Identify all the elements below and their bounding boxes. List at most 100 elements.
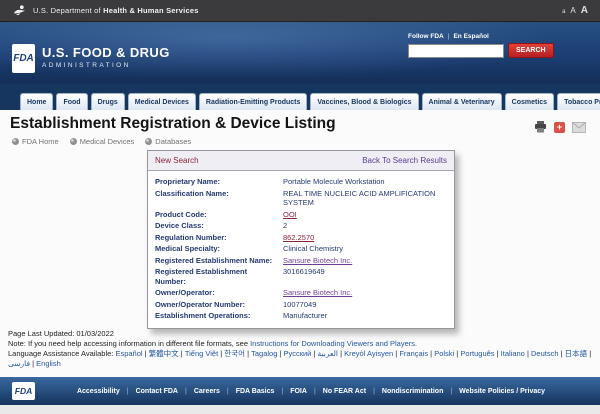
breadcrumb: FDA Home Medical Devices Databases: [12, 137, 191, 146]
footer-link[interactable]: FOIA: [290, 388, 323, 395]
language-assistance-label: Language Assistance Available:: [8, 349, 115, 358]
language-link[interactable]: Tagalog: [251, 349, 283, 358]
viewers-players-link[interactable]: Instructions for Downloading Viewers and…: [250, 339, 417, 348]
nav-tab[interactable]: Cosmetics: [505, 93, 554, 110]
main-content: Establishment Registration & Device List…: [0, 110, 600, 377]
panel-body: Proprietary Name: Portable Molecule Work…: [148, 171, 454, 328]
footer-links: Accessibility Contact FDA Careers FDA Ba…: [41, 388, 559, 395]
fda-logo[interactable]: FDA: [12, 44, 35, 73]
text-size-medium[interactable]: A: [570, 6, 575, 15]
header-search-row: SEARCH: [408, 43, 548, 58]
bullet-icon: [12, 138, 19, 145]
breadcrumb-label: Medical Devices: [80, 137, 135, 146]
footer-link[interactable]: Nondiscrimination: [382, 388, 459, 395]
detail-value[interactable]: Sansure Biotech Inc.: [283, 288, 352, 298]
detail-value: Portable Molecule Workstation: [283, 177, 385, 187]
footer-link[interactable]: Website Policies / Privacy: [459, 388, 559, 395]
language-link[interactable]: فارسی: [8, 359, 36, 368]
language-link[interactable]: Español: [115, 349, 148, 358]
fda-brand-line1: U.S. FOOD & DRUG: [42, 45, 170, 60]
last-updated-text: Page Last Updated: 01/03/2022: [8, 329, 594, 339]
detail-value: Manufacturer: [283, 311, 327, 321]
language-link[interactable]: 한국어: [224, 349, 251, 358]
detail-row: Medical Specialty: Clinical Chemistry: [155, 243, 447, 255]
new-search-link[interactable]: New Search: [155, 156, 199, 165]
breadcrumb-link[interactable]: Medical Devices: [70, 137, 135, 146]
fda-brand-line2: ADMINISTRATION: [42, 62, 170, 69]
language-link[interactable]: Français: [399, 349, 434, 358]
detail-value: 3016619649: [283, 267, 325, 286]
hhs-department-text: U.S. Department of Health & Human Servic…: [33, 6, 199, 15]
nav-tab[interactable]: Radiation-Emitting Products: [199, 93, 308, 110]
printer-icon[interactable]: [534, 121, 547, 133]
search-button[interactable]: SEARCH: [508, 43, 554, 58]
text-size-small[interactable]: a: [562, 9, 565, 15]
language-link[interactable]: 繁體中文: [149, 349, 185, 358]
language-link[interactable]: Tiếng Việt: [185, 349, 224, 358]
detail-value[interactable]: Sansure Biotech Inc.: [283, 256, 352, 266]
language-link[interactable]: Italiano: [501, 349, 531, 358]
language-link[interactable]: العربية: [318, 349, 345, 358]
share-icon[interactable]: +: [554, 122, 565, 133]
text-size-controls: a A A: [562, 5, 588, 16]
footer-link[interactable]: Careers: [194, 388, 236, 395]
detail-row: Owner/Operator: Sansure Biotech Inc.: [155, 287, 447, 299]
en-espanol-link[interactable]: En Español: [453, 33, 488, 40]
footer-fda-logo[interactable]: FDA: [12, 382, 35, 400]
device-detail-panel: New Search Back To Search Results Propri…: [147, 150, 455, 329]
link-separator: |: [448, 33, 450, 40]
detail-row: Regulation Number: 862.2570: [155, 232, 447, 244]
detail-row: Registered Establishment Name: Sansure B…: [155, 255, 447, 267]
header-search-input[interactable]: [408, 44, 504, 58]
language-link[interactable]: Português: [460, 349, 500, 358]
email-icon[interactable]: [572, 122, 586, 133]
fda-logo-text: FDA: [13, 53, 34, 64]
bullet-icon: [70, 138, 77, 145]
footer-fda-logo-text: FDA: [15, 386, 32, 396]
breadcrumb-link[interactable]: Databases: [145, 137, 191, 146]
file-format-note: Note: If you need help accessing informa…: [8, 339, 594, 349]
language-link[interactable]: English: [36, 359, 61, 368]
language-link[interactable]: Kreyòl Ayisyen: [344, 349, 399, 358]
language-link[interactable]: 日本語: [565, 349, 592, 358]
primary-nav-strip: Home Food Drugs Medical Devices Radiatio…: [0, 84, 600, 110]
nav-tab[interactable]: Home: [20, 93, 53, 110]
note-prefix: Note: If you need help accessing informa…: [8, 339, 250, 348]
detail-label: Product Code:: [155, 210, 283, 220]
page-info-block: Page Last Updated: 01/03/2022 Note: If y…: [8, 329, 594, 369]
back-to-search-results-link[interactable]: Back To Search Results: [362, 156, 447, 165]
breadcrumb-link[interactable]: FDA Home: [12, 137, 59, 146]
detail-value[interactable]: OOI: [283, 210, 297, 220]
bullet-icon: [145, 138, 152, 145]
footer-link[interactable]: Contact FDA: [136, 388, 194, 395]
footer-link[interactable]: No FEAR Act: [323, 388, 382, 395]
language-link[interactable]: Русский: [284, 349, 318, 358]
header-right-tools: Follow FDA |En Español SEARCH: [408, 33, 548, 58]
detail-row: Establishment Operations: Manufacturer: [155, 310, 447, 322]
nav-tab[interactable]: Tobacco Products: [557, 93, 600, 110]
panel-header: New Search Back To Search Results: [148, 151, 454, 171]
footer-link[interactable]: FDA Basics: [236, 388, 290, 395]
nav-tab[interactable]: Food: [56, 93, 87, 110]
detail-value[interactable]: 862.2570: [283, 233, 314, 243]
nav-tab[interactable]: Medical Devices: [128, 93, 196, 110]
hhs-top-bar: U.S. Department of Health & Human Servic…: [0, 0, 600, 22]
detail-label: Classification Name:: [155, 189, 283, 208]
nav-tab[interactable]: Vaccines, Blood & Biologics: [310, 93, 418, 110]
nav-tab[interactable]: Animal & Veterinary: [422, 93, 502, 110]
detail-label: Medical Specialty:: [155, 244, 283, 254]
breadcrumb-label: FDA Home: [22, 137, 59, 146]
language-link[interactable]: Polski: [434, 349, 460, 358]
text-size-large[interactable]: A: [581, 5, 588, 16]
detail-row: Proprietary Name: Portable Molecule Work…: [155, 176, 447, 188]
fda-header: FDA U.S. FOOD & DRUG ADMINISTRATION Foll…: [0, 22, 600, 84]
hhs-dept-bold: Health & Human Services: [103, 6, 198, 15]
detail-label: Regulation Number:: [155, 233, 283, 243]
detail-label: Registered Establishment Name:: [155, 256, 283, 266]
follow-fda-link[interactable]: Follow FDA: [408, 33, 444, 40]
nav-tab[interactable]: Drugs: [91, 93, 125, 110]
footer-link[interactable]: Accessibility: [77, 388, 136, 395]
language-link[interactable]: Deutsch: [531, 349, 565, 358]
bottom-strip: [0, 405, 600, 414]
hhs-eagle-icon: [13, 4, 26, 17]
